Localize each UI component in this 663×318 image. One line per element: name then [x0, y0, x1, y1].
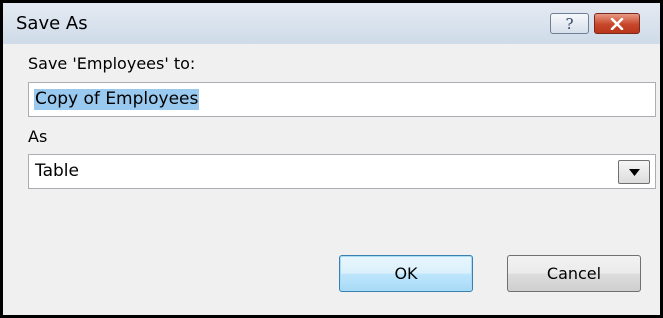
window-title: Save As	[16, 13, 88, 34]
name-input[interactable]: Copy of Employees	[28, 82, 656, 117]
title-bar[interactable]: Save As ?	[3, 3, 660, 44]
help-button[interactable]: ?	[550, 13, 589, 34]
question-mark-icon: ?	[565, 15, 574, 33]
ok-button[interactable]: OK	[339, 255, 473, 292]
as-select[interactable]: Table	[28, 154, 656, 189]
as-label: As	[28, 127, 48, 146]
dropdown-button[interactable]	[618, 160, 650, 184]
dialog-body: Save 'Employees' to: Copy of Employees A…	[3, 44, 660, 315]
cancel-button[interactable]: Cancel	[507, 255, 641, 292]
as-select-value: Table	[35, 161, 79, 181]
save-to-label: Save 'Employees' to:	[28, 54, 196, 73]
name-input-value: Copy of Employees	[34, 89, 200, 110]
chevron-down-icon	[629, 169, 640, 176]
save-as-dialog: Save As ? Save 'Employees' to: Copy of E…	[0, 0, 663, 318]
close-icon	[610, 18, 624, 30]
close-button[interactable]	[594, 13, 640, 34]
